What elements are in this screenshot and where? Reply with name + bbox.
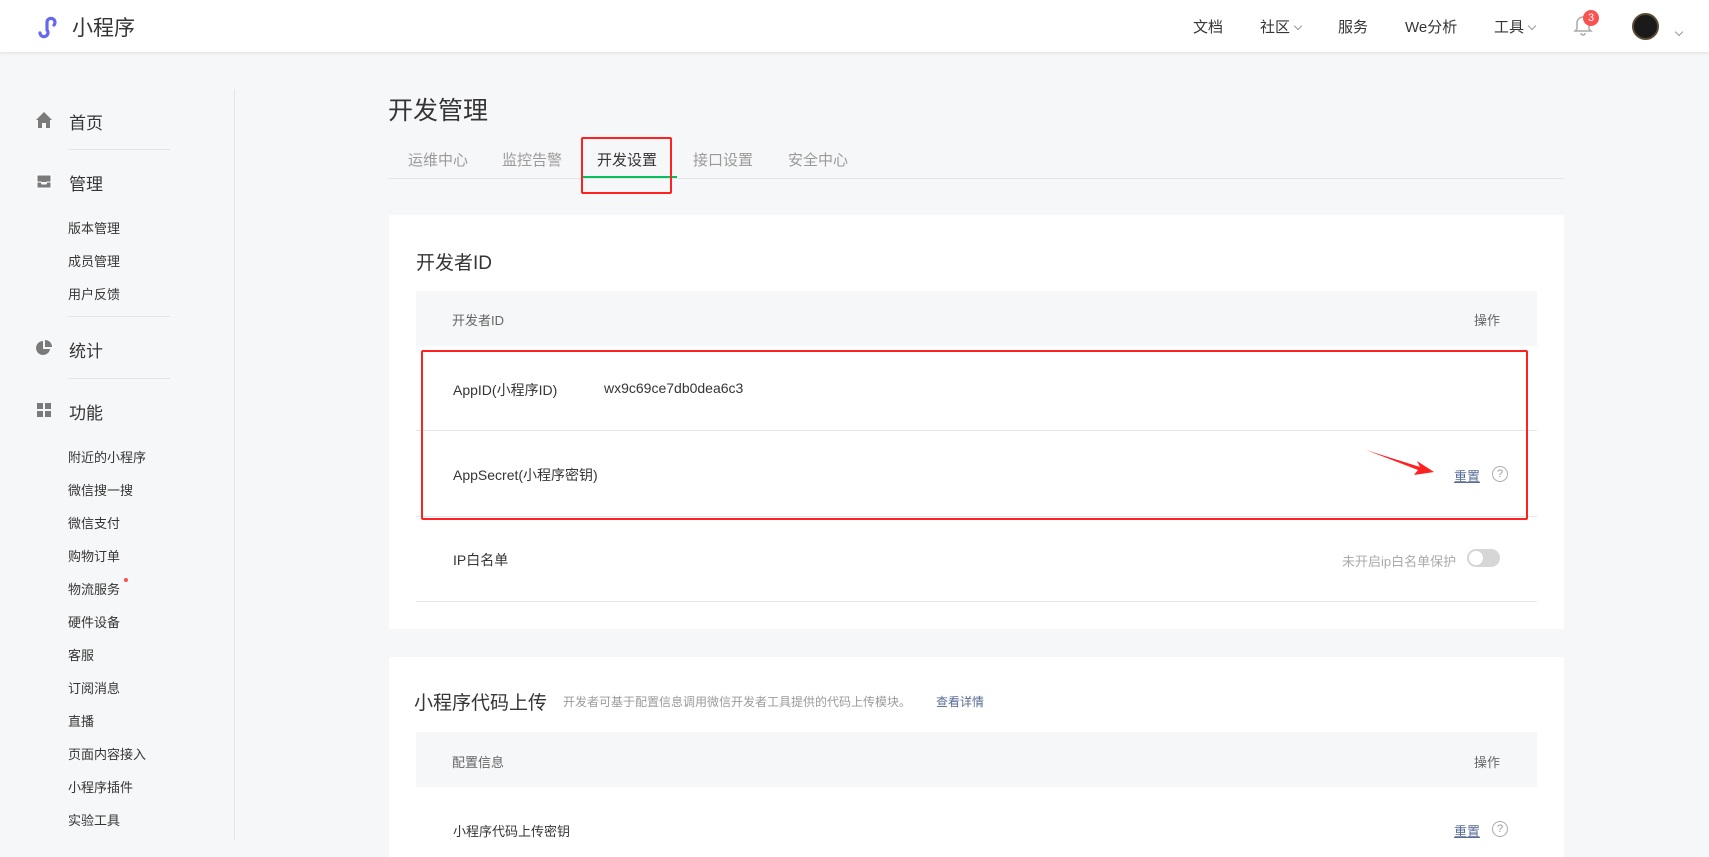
sidebar-item-home[interactable]: 首页	[69, 109, 103, 134]
sidebar-item-feature[interactable]: 小程序插件	[68, 777, 133, 796]
sidebar-divider	[234, 89, 235, 840]
column-header-config: 配置信息	[452, 755, 505, 770]
divider	[68, 316, 170, 317]
page-title: 开发管理	[388, 97, 489, 125]
top-bar: 小程序 文档 社区 服务 We分析 工具 3	[0, 0, 1709, 52]
sidebar-item-feature[interactable]: 硬件设备	[68, 612, 120, 631]
divider	[68, 149, 170, 150]
sidebar-item-manage[interactable]: 管理	[69, 170, 103, 195]
ip-whitelist-status: 未开启ip白名单保护	[1342, 554, 1457, 569]
card-title: 开发者ID	[416, 253, 493, 274]
card-description: 开发者可基于配置信息调用微信开发者工具提供的代码上传模块。	[563, 695, 912, 709]
notification-badge: 3	[1583, 10, 1599, 26]
upload-key-label: 小程序代码上传密钥	[453, 824, 571, 839]
sidebar-item-feature[interactable]: 客服	[68, 645, 94, 664]
sidebar-item-feature[interactable]: 直播	[68, 711, 94, 730]
sidebar-item-feature[interactable]: 附近的小程序	[68, 447, 146, 466]
nav-tools-label: 工具	[1494, 19, 1525, 36]
sidebar-item-feature[interactable]: 购物订单	[68, 546, 120, 565]
tab-bar-line	[388, 178, 1564, 179]
sidebar-item-version[interactable]: 版本管理	[68, 218, 120, 237]
sidebar-item-stats[interactable]: 统计	[69, 337, 103, 362]
divider	[68, 378, 170, 379]
logo-text: 小程序	[72, 17, 135, 40]
ip-whitelist-label: IP白名单	[453, 552, 509, 568]
sidebar-item-feature[interactable]: 订阅消息	[68, 678, 120, 697]
sidebar-item-features[interactable]: 功能	[69, 399, 103, 424]
new-dot-indicator	[124, 578, 128, 582]
reset-upload-key-link[interactable]: 重置	[1454, 821, 1480, 840]
nav-services[interactable]: 服务	[1338, 16, 1368, 37]
nav-community[interactable]: 社区	[1260, 16, 1303, 37]
table-header	[416, 291, 1537, 346]
toggle-knob	[1469, 551, 1483, 565]
nav-tools[interactable]: 工具	[1494, 16, 1537, 37]
column-header-action: 操作	[1474, 755, 1501, 770]
view-details-link[interactable]: 查看详情	[936, 693, 984, 710]
miniprogram-logo-icon	[38, 16, 57, 39]
annotation-box-credentials	[421, 350, 1528, 520]
tab-api-settings[interactable]: 接口设置	[693, 149, 753, 170]
card-title: 小程序代码上传	[414, 693, 548, 714]
column-header-action: 操作	[1474, 313, 1501, 328]
tab-security-center[interactable]: 安全中心	[788, 149, 848, 170]
chevron-down-icon	[1293, 21, 1303, 31]
column-header-id: 开发者ID	[452, 313, 505, 328]
nav-community-label: 社区	[1260, 19, 1291, 36]
pie-chart-icon	[36, 340, 52, 355]
avatar[interactable]	[1632, 13, 1659, 40]
nav-docs[interactable]: 文档	[1193, 16, 1223, 37]
ip-whitelist-toggle[interactable]	[1467, 549, 1500, 567]
sidebar-item-feature[interactable]: 页面内容接入	[68, 744, 146, 763]
home-icon	[36, 112, 52, 128]
tab-ops-center[interactable]: 运维中心	[408, 149, 468, 170]
inbox-icon	[36, 174, 52, 189]
tab-monitoring[interactable]: 监控告警	[502, 149, 562, 170]
sidebar-item-feature[interactable]: 微信支付	[68, 513, 120, 532]
sidebar-item-feature[interactable]: 物流服务	[68, 579, 120, 598]
sidebar-item-feature[interactable]: 微信搜一搜	[68, 480, 133, 499]
annotation-box-tab	[581, 137, 672, 194]
account-chevron-down-icon[interactable]	[1674, 27, 1684, 37]
chevron-down-icon	[1527, 21, 1537, 31]
annotation-arrow-icon	[1366, 450, 1434, 475]
nav-we-analytics[interactable]: We分析	[1405, 16, 1457, 37]
row-divider	[416, 601, 1537, 602]
help-icon[interactable]: ?	[1492, 821, 1508, 837]
sidebar-item-members[interactable]: 成员管理	[68, 251, 120, 270]
table-header	[416, 732, 1537, 787]
grid-icon	[37, 403, 51, 417]
sidebar-item-feature[interactable]: 实验工具	[68, 810, 120, 829]
sidebar-item-feedback[interactable]: 用户反馈	[68, 284, 120, 303]
